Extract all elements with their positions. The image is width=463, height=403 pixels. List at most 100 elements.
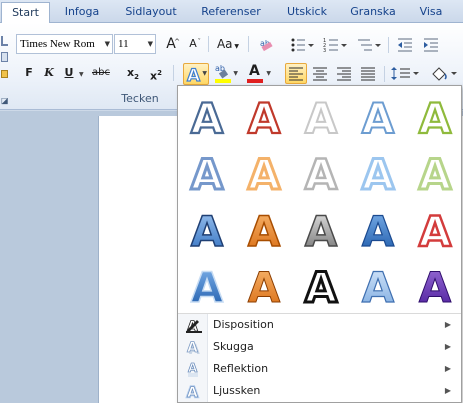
gallery-style-3[interactable]: A	[304, 93, 339, 144]
gallery-style-13[interactable]: A	[304, 206, 339, 257]
gallery-style-8[interactable]: A	[303, 149, 339, 201]
divider	[173, 65, 174, 81]
cut-icon[interactable]	[1, 36, 8, 46]
tab-granska[interactable]: Granska	[344, 2, 402, 23]
decrease-indent-button[interactable]	[396, 36, 416, 54]
menu-item-label: Skugga	[213, 340, 254, 353]
gallery-style-2[interactable]: A	[247, 93, 282, 144]
superscript-mark: 2	[157, 69, 162, 77]
svg-text:A: A	[187, 385, 198, 400]
strikethrough-button[interactable]: abc	[88, 63, 114, 83]
reflection-a-icon: A	[188, 361, 198, 377]
highlight-color-bar	[215, 79, 231, 83]
format-painter-icon[interactable]	[1, 70, 8, 78]
menu-item-label: Disposition	[213, 318, 274, 331]
shrink-font-button[interactable]: Aˇ	[182, 34, 204, 54]
increase-indent-button[interactable]	[422, 36, 442, 54]
justify-button[interactable]	[358, 64, 378, 83]
font-size-value: 11	[118, 38, 129, 50]
copy-icon[interactable]	[1, 52, 8, 62]
tab-start[interactable]: Start	[1, 2, 50, 24]
line-spacing-button[interactable]	[390, 64, 420, 83]
chevron-down-icon[interactable]: ▼	[79, 71, 84, 78]
menu-item-disposition[interactable]: A Disposition ▶	[178, 314, 461, 336]
menu-item-reflektion[interactable]: A Reflektion ▶	[178, 358, 461, 380]
svg-text:A: A	[187, 66, 201, 84]
divider	[248, 36, 249, 52]
caret-up-icon: ^	[174, 38, 180, 46]
menu-item-ljussken[interactable]: A A Ljussken ▶	[178, 380, 461, 402]
increase-indent-icon	[424, 38, 438, 52]
submenu-arrow-icon: ▶	[444, 320, 451, 329]
justify-icon	[361, 67, 375, 81]
glow-a-icon: A A	[186, 384, 200, 400]
chevron-down-icon: ▼	[233, 70, 238, 77]
gallery-style-1[interactable]: A	[190, 93, 225, 144]
gallery-style-12[interactable]: A	[247, 206, 282, 257]
grow-font-button[interactable]: A ^	[160, 34, 182, 54]
subscript-button[interactable]: x2	[122, 63, 144, 83]
gallery-style-16[interactable]: A	[190, 262, 225, 313]
gallery-style-14[interactable]: A	[361, 206, 395, 256]
tab-referenser[interactable]: Referenser	[196, 2, 266, 23]
svg-text:A: A	[187, 340, 198, 356]
font-size-select[interactable]: 11 ▼	[114, 34, 156, 54]
text-effects-gallery: A A A A A A A A A A A A A A A A A A A A	[178, 86, 461, 314]
numbering-button[interactable]: 123	[322, 36, 348, 54]
bold-button[interactable]: F	[18, 63, 40, 83]
gallery-style-4[interactable]: A	[361, 93, 396, 144]
bullets-button[interactable]	[289, 36, 315, 54]
submenu-arrow-icon: ▶	[444, 342, 451, 351]
gallery-style-18[interactable]: A	[303, 262, 339, 314]
align-right-button[interactable]	[334, 64, 354, 83]
align-left-button[interactable]	[285, 63, 307, 84]
caret-down-icon: ˇ	[197, 38, 202, 46]
font-color-button[interactable]: A ▼	[245, 63, 273, 85]
italic-button[interactable]: K	[38, 63, 60, 83]
gallery-style-5[interactable]: A	[418, 93, 453, 144]
superscript-button[interactable]: x2	[145, 63, 167, 83]
gallery-style-10[interactable]: A	[417, 149, 453, 201]
multilevel-list-icon	[358, 39, 381, 51]
svg-text:A: A	[188, 361, 198, 375]
clear-formatting-button[interactable]: ab	[254, 34, 276, 54]
chevron-down-icon: ▼	[266, 70, 271, 77]
divider	[388, 37, 389, 53]
chevron-down-icon: ▼	[232, 43, 240, 50]
subscript-mark: 2	[134, 73, 139, 82]
pencil-outline-icon: A	[186, 319, 202, 334]
font-name-value: Times New Rom	[20, 38, 95, 50]
gallery-style-17[interactable]: A	[247, 263, 281, 313]
chevron-down-icon: ▼	[202, 70, 207, 77]
shadow-a-icon: A A	[187, 340, 200, 356]
change-case-label: Aa	[216, 37, 233, 51]
menu-item-label: Ljussken	[213, 384, 261, 397]
multilevel-list-button[interactable]	[356, 36, 382, 54]
gallery-style-9[interactable]: A	[360, 149, 396, 201]
change-case-button[interactable]: Aa ▼	[214, 34, 242, 54]
align-center-button[interactable]	[310, 64, 330, 83]
gallery-style-19[interactable]: A	[361, 262, 395, 312]
gallery-style-11[interactable]: A	[190, 206, 225, 257]
underline-button[interactable]: U	[58, 63, 80, 83]
font-color-bar	[247, 79, 263, 83]
menu-item-skugga[interactable]: A A Skugga ▶	[178, 336, 461, 358]
font-name-select[interactable]: Times New Rom ▼	[16, 34, 113, 54]
divider	[384, 66, 385, 82]
align-left-icon	[289, 67, 303, 81]
submenu-arrow-icon: ▶	[444, 386, 451, 395]
font-color-label: A	[249, 63, 260, 79]
tab-utskick[interactable]: Utskick	[278, 2, 336, 23]
tab-infoga[interactable]: Infoga	[56, 2, 108, 23]
text-effects-button[interactable]: A ▼	[183, 63, 209, 85]
shading-button[interactable]	[428, 64, 458, 83]
gallery-style-6[interactable]: A	[189, 149, 225, 201]
gallery-style-20[interactable]: A	[418, 263, 452, 313]
gallery-style-7[interactable]: A	[246, 149, 282, 201]
gallery-style-15[interactable]: A	[417, 206, 453, 258]
align-right-icon	[337, 67, 351, 81]
tab-visa[interactable]: Visa	[412, 2, 450, 23]
tab-sidlayout[interactable]: Sidlayout	[118, 2, 184, 23]
highlight-color-button[interactable]: ab ▼	[213, 63, 239, 85]
align-center-icon	[313, 67, 327, 81]
